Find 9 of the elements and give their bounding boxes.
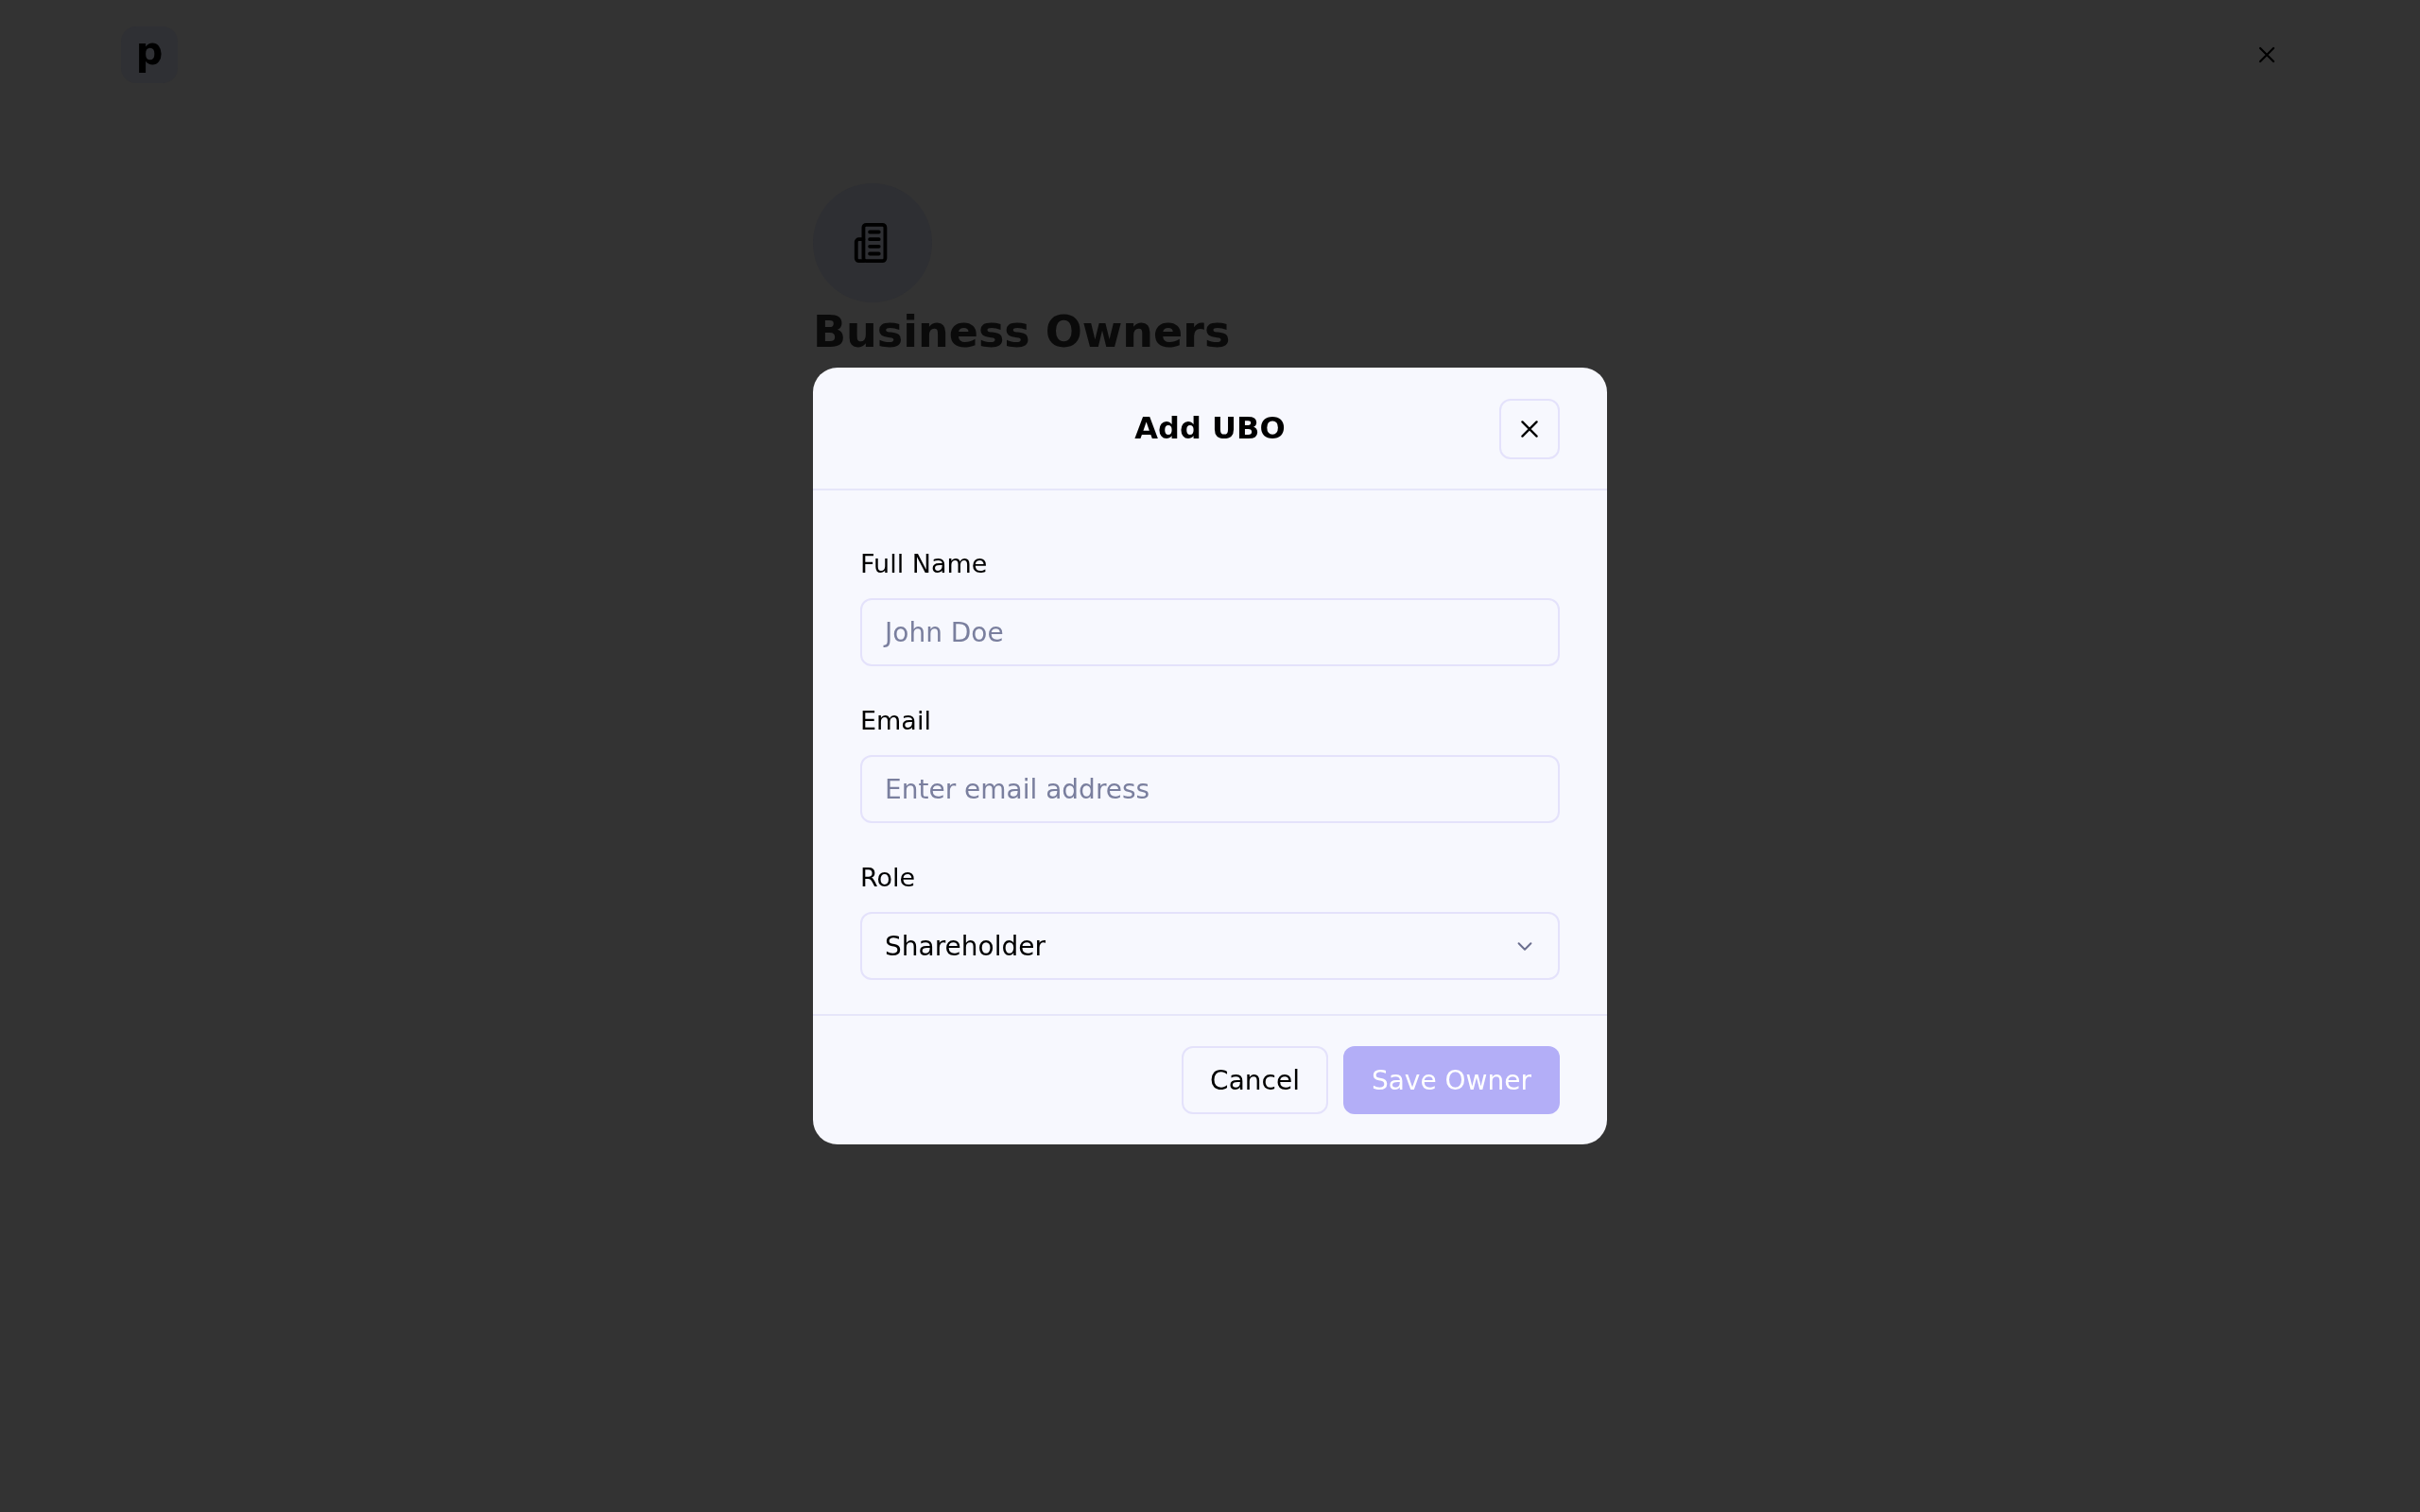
input-field[interactable]: Enter email address bbox=[860, 755, 1560, 823]
role-select[interactable]: Shareholder bbox=[860, 912, 1560, 980]
close-button[interactable] bbox=[1499, 399, 1560, 459]
dialog-title: Add UBO bbox=[1134, 410, 1286, 446]
field-label: Role bbox=[860, 863, 917, 893]
cancel-button[interactable]: Cancel bbox=[1182, 1046, 1328, 1114]
field-label: Email bbox=[860, 706, 932, 736]
field-label: Full Name bbox=[860, 549, 989, 579]
input-field[interactable]: John Doe bbox=[860, 598, 1560, 666]
